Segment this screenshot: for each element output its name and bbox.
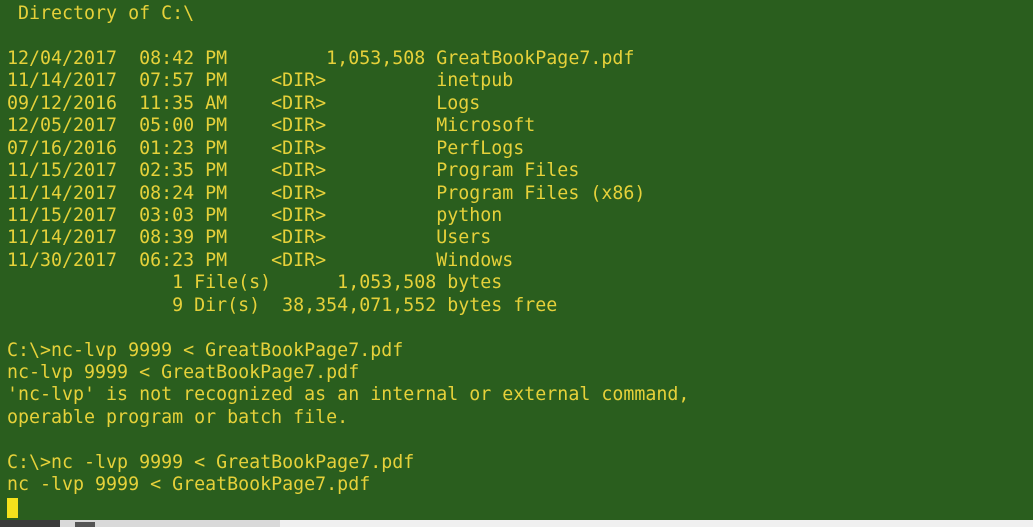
terminal-line: 12/04/2017 08:42 PM 1,053,508 GreatBookP… bbox=[7, 47, 635, 69]
terminal-output: Directory of C:\ 12/04/2017 08:42 PM 1,05… bbox=[7, 3, 689, 519]
taskbar-strip bbox=[0, 520, 1033, 527]
terminal-line: 11/15/2017 03:03 PM <DIR> python bbox=[7, 204, 503, 226]
terminal-line: nc -lvp 9999 < GreatBookPage7.pdf bbox=[7, 474, 371, 496]
terminal-line: C:\>nc-lvp 9999 < GreatBookPage7.pdf bbox=[7, 339, 404, 361]
terminal-window[interactable]: Directory of C:\ 12/04/2017 08:42 PM 1,05… bbox=[0, 0, 1033, 520]
terminal-input-line[interactable] bbox=[7, 497, 689, 519]
text-cursor bbox=[7, 497, 18, 518]
terminal-line: 07/16/2016 01:23 PM <DIR> PerfLogs bbox=[7, 137, 525, 159]
terminal-line: operable program or batch file. bbox=[7, 406, 349, 428]
terminal-line: 12/05/2017 05:00 PM <DIR> Microsoft bbox=[7, 115, 536, 137]
terminal-line: 11/15/2017 02:35 PM <DIR> Program Files bbox=[7, 160, 580, 182]
terminal-line: 11/30/2017 06:23 PM <DIR> Windows bbox=[7, 249, 514, 271]
terminal-line: 11/14/2017 07:57 PM <DIR> inetpub bbox=[7, 70, 514, 92]
terminal-line: 09/12/2016 11:35 AM <DIR> Logs bbox=[7, 92, 481, 114]
terminal-line: C:\>nc -lvp 9999 < GreatBookPage7.pdf bbox=[7, 451, 415, 473]
taskbar-segment bbox=[0, 520, 60, 527]
terminal-line: 11/14/2017 08:24 PM <DIR> Program Files … bbox=[7, 182, 646, 204]
terminal-line: 9 Dir(s) 38,354,071,552 bytes free bbox=[7, 294, 558, 316]
terminal-line: nc-lvp 9999 < GreatBookPage7.pdf bbox=[7, 362, 360, 383]
terminal-line: Directory of C:\ bbox=[7, 3, 195, 24]
terminal-line: 11/14/2017 08:39 PM <DIR> Users bbox=[7, 227, 492, 249]
terminal-line: 'nc-lvp' is not recognized as an interna… bbox=[7, 384, 690, 406]
taskbar-segment bbox=[75, 522, 95, 527]
taskbar-segment bbox=[280, 520, 1033, 527]
terminal-line: 1 File(s) 1,053,508 bytes bbox=[7, 272, 503, 294]
